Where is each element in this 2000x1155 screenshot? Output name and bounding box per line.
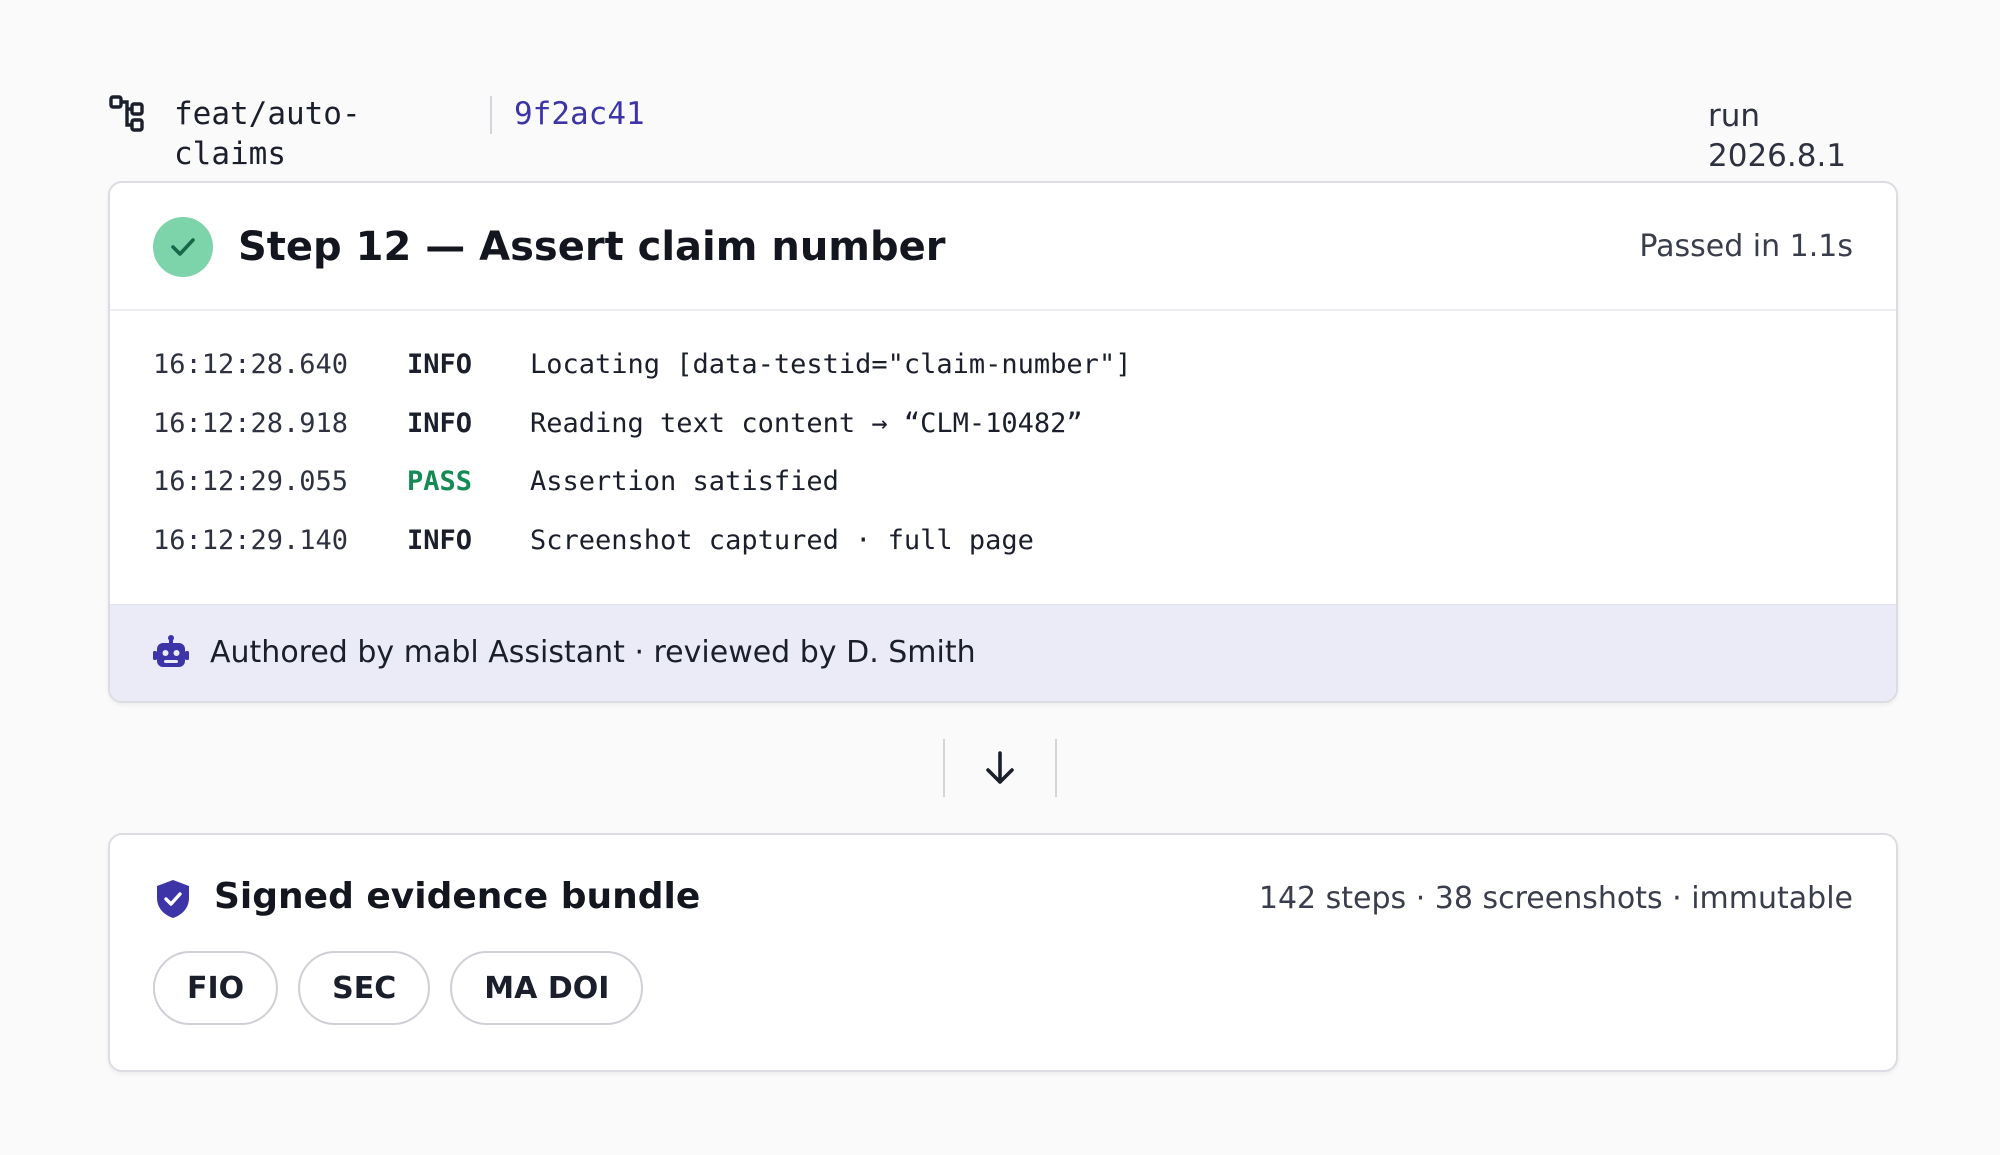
author-bar: Authored by mabl Assistant · reviewed by…	[110, 604, 1896, 701]
tag-ma-doi[interactable]: MA DOI	[450, 951, 644, 1025]
evidence-title: Signed evidence bundle	[214, 876, 701, 917]
log-row: 16:12:28.640 INFO Locating [data-testid=…	[153, 343, 1853, 402]
step-title: Step 12 — Assert claim number	[238, 224, 946, 270]
compliance-tags: FIO SEC MA DOI	[153, 951, 644, 1029]
tag-fio[interactable]: FIO	[153, 951, 279, 1025]
step-connector	[943, 739, 1057, 797]
connector-line	[1055, 739, 1057, 797]
log-level: INFO	[407, 407, 473, 439]
log-timestamp: 16:12:28.918	[153, 407, 349, 439]
log-timestamp: 16:12:28.640	[153, 349, 349, 380]
author-text: Authored by mabl Assistant · reviewed by…	[210, 635, 976, 670]
tag-sec[interactable]: SEC	[298, 951, 431, 1025]
robot-icon	[153, 635, 189, 667]
run-header: feat/auto-claims 9f2ac41 run 2026.8.1	[108, 94, 1896, 174]
step-card: Step 12 — Assert claim number Passed in …	[108, 181, 1898, 703]
log-level: INFO	[407, 524, 473, 556]
log-message: Assertion satisfied	[530, 466, 839, 497]
log-level-pass: PASS	[407, 466, 473, 497]
log-row: 16:12:29.055 PASS Assertion satisfied	[153, 460, 1853, 519]
evidence-card: Signed evidence bundle 142 steps · 38 sc…	[108, 833, 1898, 1072]
log-timestamp: 16:12:29.140	[153, 524, 349, 556]
log-timestamp: 16:12:29.055	[153, 466, 349, 497]
run-label: run 2026.8.1	[1708, 98, 1847, 174]
log-level: INFO	[407, 349, 473, 380]
commit-hash-link[interactable]: 9f2ac41	[514, 94, 645, 134]
check-circle-icon	[153, 217, 213, 277]
branch-name[interactable]: feat/auto-claims	[174, 94, 374, 174]
log-message: Reading text content → “CLM-10482”	[530, 407, 1083, 439]
git-branch-icon	[109, 95, 144, 132]
step-header[interactable]: Step 12 — Assert claim number Passed in …	[110, 183, 1896, 311]
shield-check-icon	[157, 880, 189, 918]
log-message: Locating [data-testid="claim-number"]	[530, 349, 1132, 380]
step-status: Passed in 1.1s	[1639, 229, 1853, 264]
evidence-meta: 142 steps · 38 screenshots · immutable	[1258, 881, 1853, 916]
step-log: 16:12:28.640 INFO Locating [data-testid=…	[153, 343, 1853, 577]
header-divider	[490, 96, 492, 134]
log-row: 16:12:29.140 INFO Screenshot captured · …	[153, 519, 1853, 578]
log-message: Screenshot captured · full page	[530, 524, 1034, 556]
connector-line	[943, 739, 945, 797]
arrow-down-icon	[986, 751, 1014, 784]
log-row: 16:12:28.918 INFO Reading text content →…	[153, 402, 1853, 461]
